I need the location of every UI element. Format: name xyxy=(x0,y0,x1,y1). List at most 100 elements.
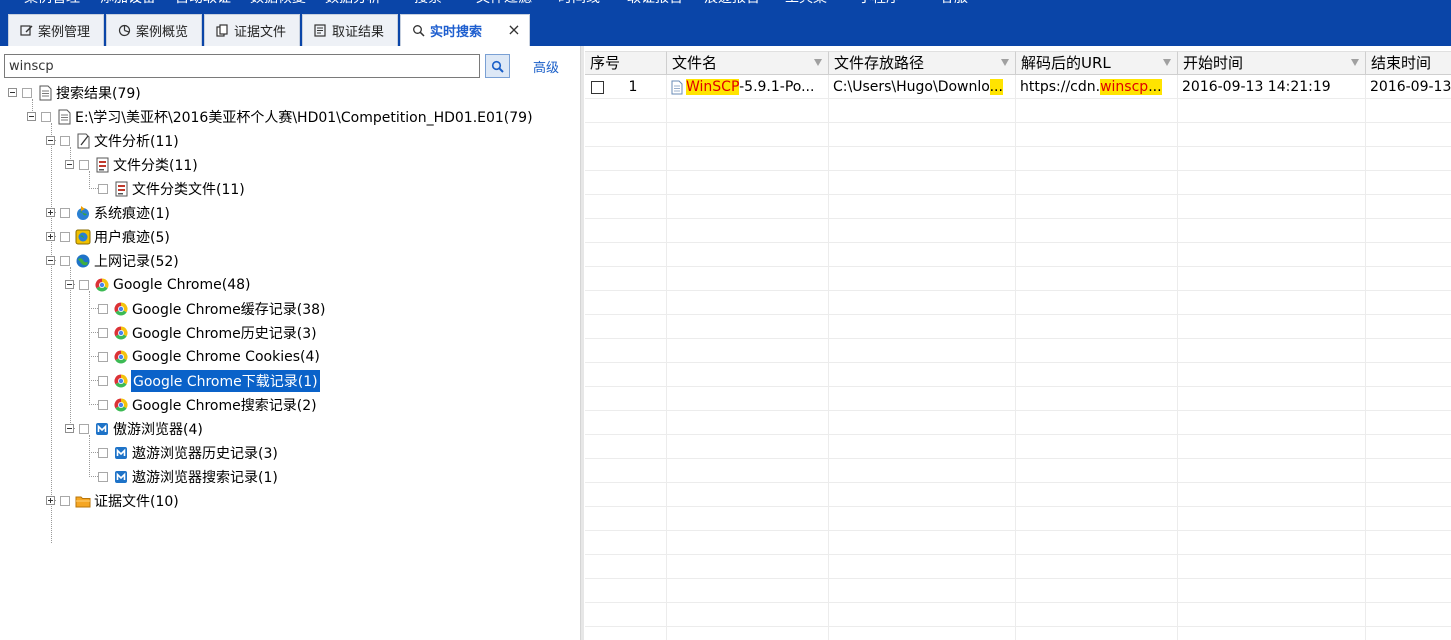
maxthon-icon xyxy=(94,421,110,437)
tree-node-internet-records[interactable]: 上网记录(52) xyxy=(60,250,180,272)
row-checkbox[interactable] xyxy=(591,80,604,94)
tree-checkbox[interactable] xyxy=(22,88,32,98)
tree-node-evidence-files[interactable]: 证据文件(10) xyxy=(60,490,180,512)
tree-checkbox[interactable] xyxy=(98,448,108,458)
document-icon xyxy=(37,85,53,101)
column-header-url[interactable]: 解码后的URL xyxy=(1016,51,1178,75)
tab-realtime-search[interactable]: 实时搜索 × xyxy=(400,14,530,46)
results-grid: 序号 文件名 文件存放路径 解码后的URL 开始时间 结束时间 1 WinSCP… xyxy=(585,46,1451,640)
tree-node-label: 文件分类(11) xyxy=(113,158,198,174)
tree-checkbox[interactable] xyxy=(79,160,89,170)
column-header-start-time[interactable]: 开始时间 xyxy=(1178,51,1366,75)
file-analysis-icon xyxy=(75,133,91,149)
tree-checkbox[interactable] xyxy=(60,256,70,266)
list-icon xyxy=(313,24,327,38)
tree-checkbox[interactable] xyxy=(98,352,108,362)
tree-node-file-category[interactable]: 文件分类(11) xyxy=(79,154,199,176)
tree-checkbox[interactable] xyxy=(79,424,89,434)
tree-node-maxthon-history[interactable]: 遨游浏览器历史记录(3) xyxy=(98,442,279,464)
tab-label: 取证结果 xyxy=(332,25,385,40)
collapse-toggle[interactable] xyxy=(65,280,74,289)
collapse-toggle[interactable] xyxy=(46,256,55,265)
column-header-path[interactable]: 文件存放路径 xyxy=(829,51,1016,75)
tree-node-system-traces[interactable]: 系统痕迹(1) xyxy=(60,202,171,224)
filter-icon[interactable] xyxy=(1351,59,1359,66)
tree-checkbox[interactable] xyxy=(41,112,51,122)
pane-splitter[interactable] xyxy=(580,46,584,640)
tree-checkbox[interactable] xyxy=(98,472,108,482)
search-input[interactable] xyxy=(4,54,480,78)
tree-node-label: 用户痕迹(5) xyxy=(94,230,170,246)
pie-chart-icon xyxy=(117,24,131,38)
tree-node-google-chrome[interactable]: Google Chrome(48) xyxy=(79,274,251,296)
menu-case-management[interactable]: 案例管理 xyxy=(24,0,80,8)
tree-node-chrome-cookies[interactable]: Google Chrome Cookies(4) xyxy=(98,346,321,368)
menu-file-filter[interactable]: 文件过滤 xyxy=(476,0,532,8)
tab-forensics-results[interactable]: 取证结果 xyxy=(302,14,398,46)
menu-auto-forensics[interactable]: 自动取证 xyxy=(175,0,231,8)
search-icon xyxy=(411,24,425,38)
tree-checkbox[interactable] xyxy=(60,496,70,506)
column-header-index[interactable]: 序号 xyxy=(585,51,667,75)
search-button[interactable] xyxy=(485,54,510,78)
menu-add-device[interactable]: 添加设备 xyxy=(100,0,156,8)
tree-node-chrome-downloads[interactable]: Google Chrome下载记录(1) xyxy=(98,370,320,392)
top-toolbar: 案例管理 添加设备 自动取证 数据恢复 数据分析 搜索 文件过滤 时间线 取证报… xyxy=(0,0,1451,46)
tree-checkbox[interactable] xyxy=(79,280,89,290)
collapse-toggle[interactable] xyxy=(8,88,17,97)
filter-icon[interactable] xyxy=(1001,59,1009,66)
disk-image-icon xyxy=(56,109,72,125)
menu-forensics-report[interactable]: 取证报告 xyxy=(627,0,683,8)
tree-checkbox[interactable] xyxy=(98,304,108,314)
tab-evidence-files[interactable]: 证据文件 xyxy=(204,14,300,46)
tab-case-management[interactable]: 案例管理 xyxy=(8,14,104,46)
path-cell: C:\Users\Hugo\Downlo... xyxy=(829,75,1016,99)
tab-case-overview[interactable]: 案例概览 xyxy=(106,14,202,46)
menu-data-recovery[interactable]: 数据恢复 xyxy=(250,0,306,8)
tree-node-maxthon[interactable]: 傲游浏览器(4) xyxy=(79,418,204,440)
tree-checkbox[interactable] xyxy=(60,136,70,146)
url-ellipsis: ... xyxy=(1148,79,1162,95)
tree-node-file-analysis[interactable]: 文件分析(11) xyxy=(60,130,180,152)
tree-checkbox[interactable] xyxy=(98,328,108,338)
expand-toggle[interactable] xyxy=(46,496,55,505)
tree-checkbox[interactable] xyxy=(98,376,108,386)
tree-checkbox[interactable] xyxy=(98,400,108,410)
menu-customer-service[interactable]: 客服 xyxy=(940,0,968,8)
menu-mini-programs[interactable]: 小程序 xyxy=(858,0,900,8)
collapse-toggle[interactable] xyxy=(46,136,55,145)
menu-toolset[interactable]: 工具集 xyxy=(785,0,827,8)
empty-row xyxy=(585,459,1451,483)
close-icon[interactable]: × xyxy=(507,22,521,38)
column-header-end-time[interactable]: 结束时间 xyxy=(1366,51,1451,75)
collapse-toggle[interactable] xyxy=(27,112,36,121)
tree-node-chrome-history[interactable]: Google Chrome历史记录(3) xyxy=(98,322,318,344)
tree-node-label: 傲游浏览器(4) xyxy=(113,422,203,438)
tree-node-label: 上网记录(52) xyxy=(94,254,179,270)
chrome-icon xyxy=(113,301,129,317)
tree-node-disk-image[interactable]: E:\学习\美亚杯\2016美亚杯个人赛\HD01\Competition_HD… xyxy=(41,106,534,128)
tree-node-user-traces[interactable]: 用户痕迹(5) xyxy=(60,226,171,248)
empty-row xyxy=(585,411,1451,435)
tree-node-search-results[interactable]: 搜索结果(79) xyxy=(22,82,142,104)
table-row[interactable]: 1 WinSCP-5.9.1-Po... C:\Users\Hugo\Downl… xyxy=(585,75,1451,99)
tree-checkbox[interactable] xyxy=(60,232,70,242)
expand-toggle[interactable] xyxy=(46,208,55,217)
menu-data-analysis[interactable]: 数据分析 xyxy=(325,0,381,8)
tree-node-maxthon-searches[interactable]: 遨游浏览器搜索记录(1) xyxy=(98,466,279,488)
filter-icon[interactable] xyxy=(814,59,822,66)
column-header-filename[interactable]: 文件名 xyxy=(667,51,829,75)
collapse-toggle[interactable] xyxy=(65,424,74,433)
filter-icon[interactable] xyxy=(1163,59,1171,66)
menu-search[interactable]: 搜索 xyxy=(414,0,442,8)
tree-node-file-category-files[interactable]: 文件分类文件(11) xyxy=(98,178,246,200)
tree-node-chrome-cache[interactable]: Google Chrome缓存记录(38) xyxy=(98,298,326,320)
tree-checkbox[interactable] xyxy=(98,184,108,194)
menu-trace-report[interactable]: 痕迹报告 xyxy=(704,0,760,8)
menu-timeline[interactable]: 时间线 xyxy=(558,0,600,8)
collapse-toggle[interactable] xyxy=(65,160,74,169)
expand-toggle[interactable] xyxy=(46,232,55,241)
advanced-search-link[interactable]: 高级 xyxy=(533,57,559,76)
tree-node-chrome-searches[interactable]: Google Chrome搜索记录(2) xyxy=(98,394,318,416)
tree-checkbox[interactable] xyxy=(60,208,70,218)
